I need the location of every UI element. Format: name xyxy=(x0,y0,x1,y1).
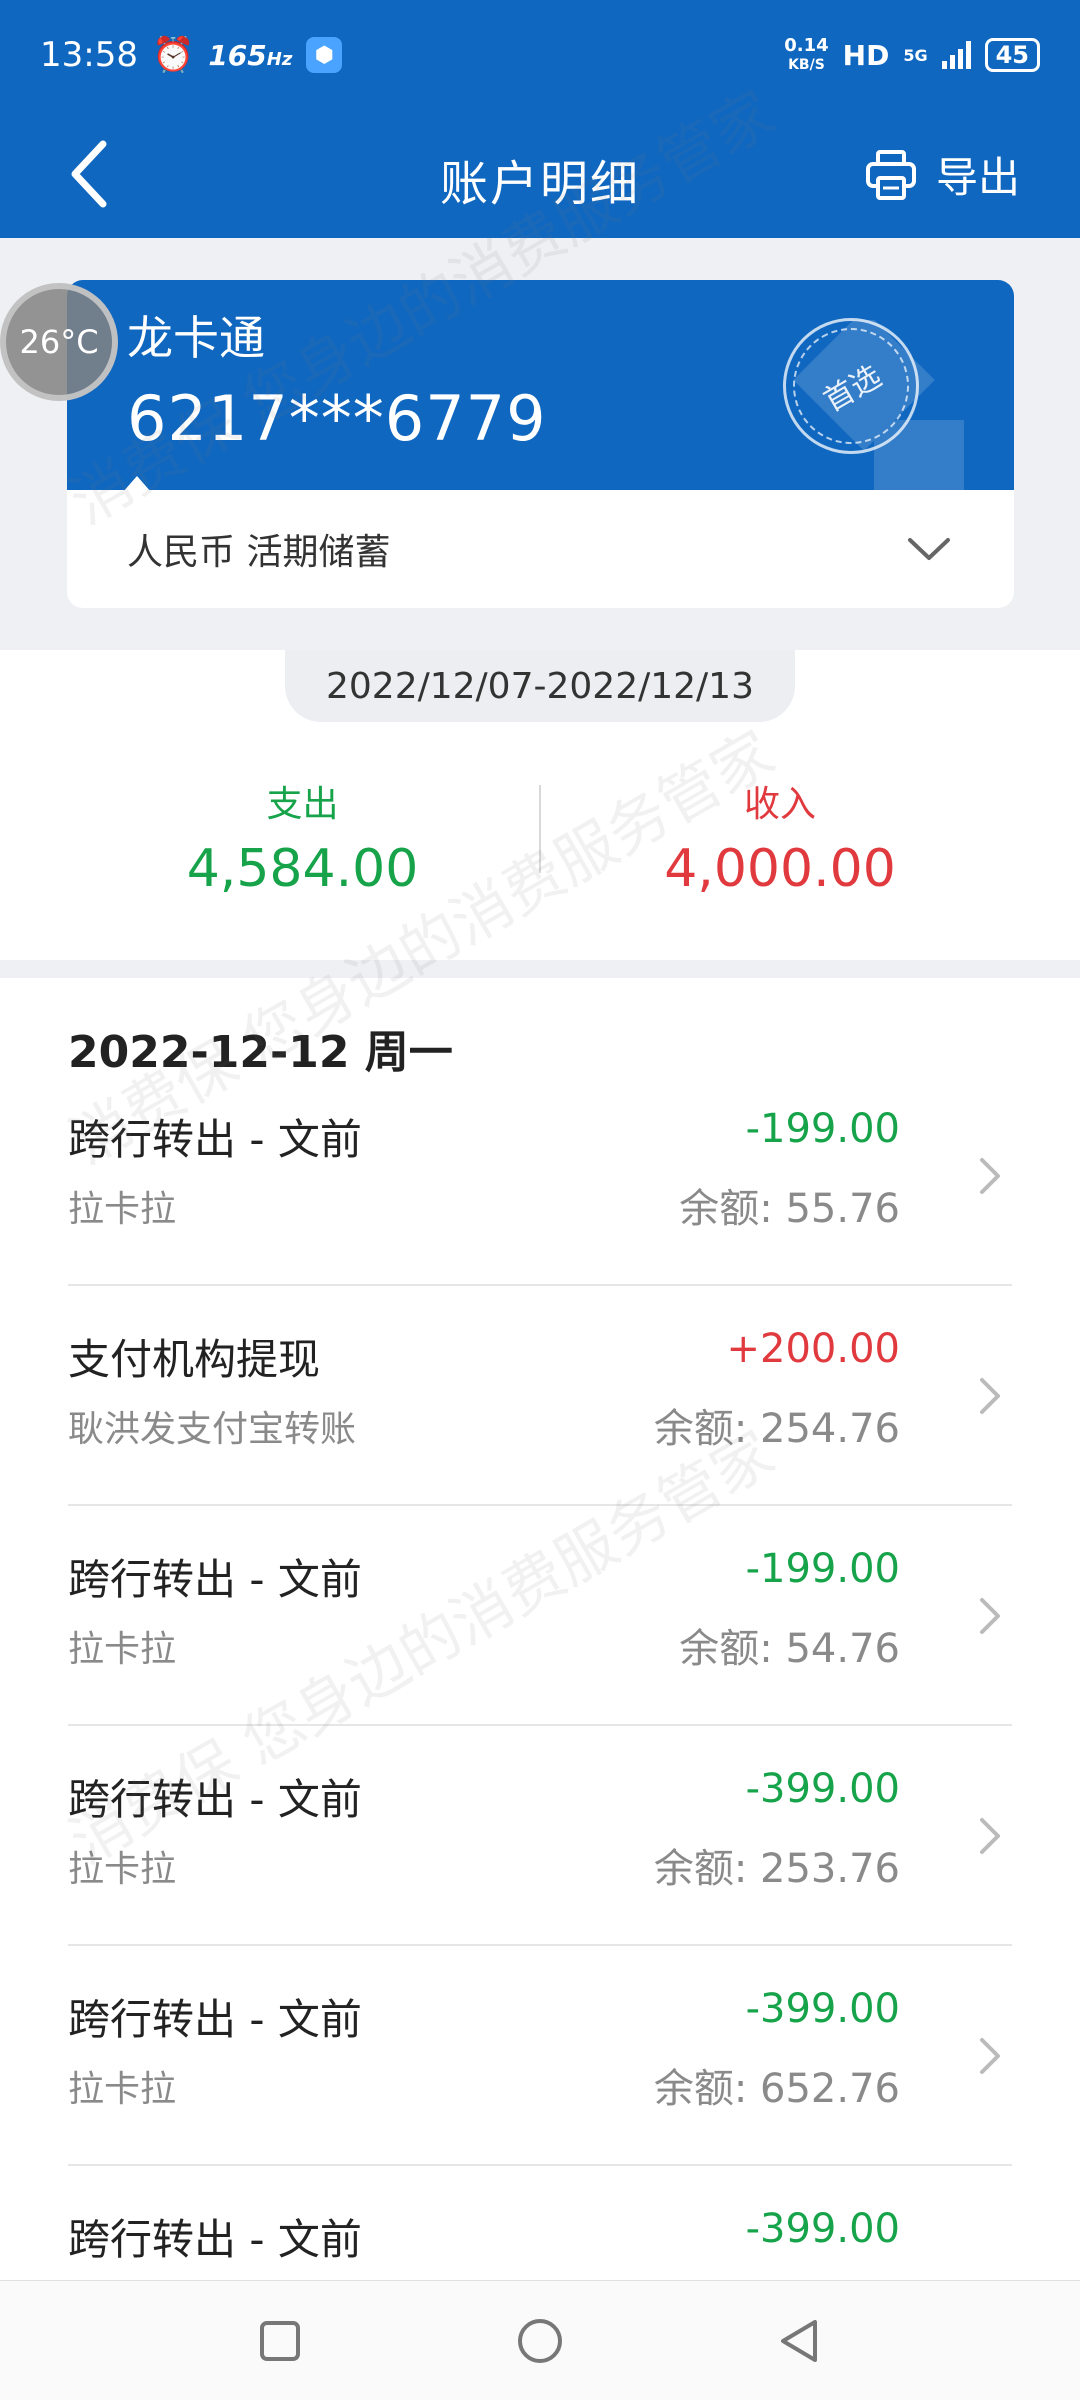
transaction-counterparty: 拉卡拉 xyxy=(68,1629,177,1670)
system-back-button[interactable] xyxy=(770,2311,830,2371)
network-type: 5G xyxy=(903,45,928,65)
transaction-counterparty: 拉卡拉 xyxy=(68,1849,177,1890)
status-bar: 13:58 ⏰ 165Hz ⬢ 0.14 KB/S HD 5G 45 xyxy=(0,0,1080,110)
printer-icon xyxy=(865,149,916,200)
transaction-amount: -399.00 xyxy=(745,2206,900,2252)
transaction-amount: -399.00 xyxy=(745,1766,900,1812)
card-number: 6217***6779 xyxy=(127,382,547,455)
app-header: 账户明细 导出 xyxy=(0,110,1080,238)
account-card[interactable]: 龙卡通 6217***6779 首选 人民币 活期储蓄 xyxy=(67,280,1014,608)
account-type-label: 人民币 活期储蓄 xyxy=(127,532,391,573)
shield-icon: ⬢ xyxy=(306,37,343,73)
signal-icon xyxy=(941,41,971,69)
transaction-amount: -199.00 xyxy=(745,1106,900,1152)
transaction-counterparty: 拉卡拉 xyxy=(68,1189,177,1230)
transaction-row[interactable]: 跨行转出 - 文前 拉卡拉 -399.00 余额: 253.76 xyxy=(68,1726,1012,1946)
transaction-title: 跨行转出 - 文前 xyxy=(68,1775,362,1824)
transaction-title: 支付机构提现 xyxy=(68,1335,321,1384)
card-header: 龙卡通 6217***6779 首选 xyxy=(67,280,1014,490)
transaction-row[interactable]: 跨行转出 - 文前 拉卡拉 -199.00 余额: 55.76 xyxy=(68,1066,1012,1286)
card-pointer xyxy=(123,476,151,490)
temperature-floating-widget[interactable]: 26°C xyxy=(0,283,118,401)
transaction-row[interactable]: 跨行转出 - 文前 拉卡拉 -199.00 余额: 54.76 xyxy=(68,1506,1012,1726)
transaction-balance: 余额: 54.76 xyxy=(679,1626,900,1672)
recents-button[interactable] xyxy=(250,2311,310,2371)
transaction-amount: -399.00 xyxy=(745,1986,900,2032)
expense-summary: 支出 4,584.00 xyxy=(30,775,575,899)
network-speed: 0.14 KB/S xyxy=(784,34,829,73)
alarm-icon: ⏰ xyxy=(151,35,195,75)
summary-section: 2022/12/07-2022/12/13 支出 4,584.00 收入 4,0… xyxy=(0,650,1080,960)
circle-icon xyxy=(518,2318,562,2363)
card-name: 龙卡通 xyxy=(127,311,265,365)
transaction-list: 2022-12-12 周一 跨行转出 - 文前 拉卡拉 -199.00 余额: … xyxy=(0,978,1080,2280)
transaction-balance: 余额: 253.76 xyxy=(653,1846,900,1892)
system-nav-bar xyxy=(0,2280,1080,2400)
transaction-balance: 余额: 254.76 xyxy=(653,1406,900,1452)
income-value: 4,000.00 xyxy=(664,839,896,899)
transaction-title: 跨行转出 - 文前 xyxy=(68,1115,362,1164)
transaction-row[interactable]: 跨行转出 - 文前 -399.00 xyxy=(68,2166,1012,2280)
preferred-stamp: 首选 xyxy=(771,306,931,466)
transaction-amount: -199.00 xyxy=(745,1546,900,1592)
income-label: 收入 xyxy=(743,784,816,825)
transaction-row[interactable]: 跨行转出 - 文前 拉卡拉 -399.00 余额: 652.76 xyxy=(68,1946,1012,2166)
transaction-balance: 余额: 652.76 xyxy=(653,2066,900,2112)
home-button[interactable] xyxy=(510,2311,570,2371)
chevron-right-icon xyxy=(980,1598,1000,1634)
transaction-title: 跨行转出 - 文前 xyxy=(68,1555,362,1604)
status-left: 13:58 ⏰ 165Hz ⬢ xyxy=(40,35,343,75)
expense-label: 支出 xyxy=(266,784,339,825)
hd-indicator: HD xyxy=(842,38,890,72)
triangle-back-icon xyxy=(781,2319,817,2362)
chevron-right-icon xyxy=(980,1378,1000,1414)
account-type-selector[interactable]: 人民币 活期储蓄 xyxy=(67,490,1014,608)
export-label: 导出 xyxy=(935,153,1020,202)
battery-icon: 45 xyxy=(984,38,1040,72)
transaction-row[interactable]: 支付机构提现 耿洪发支付宝转账 +200.00 余额: 254.76 xyxy=(68,1286,1012,1506)
transaction-title: 跨行转出 - 文前 xyxy=(68,2215,362,2264)
expense-value: 4,584.00 xyxy=(186,839,419,899)
chevron-right-icon xyxy=(980,1158,1000,1194)
transaction-counterparty: 拉卡拉 xyxy=(68,2069,177,2110)
chevron-right-icon xyxy=(980,1818,1000,1854)
chevron-right-icon xyxy=(980,2038,1000,2074)
transaction-counterparty: 耿洪发支付宝转账 xyxy=(68,1409,357,1450)
transaction-title: 跨行转出 - 文前 xyxy=(68,1995,362,2044)
chevron-down-icon xyxy=(908,538,950,560)
transaction-balance: 余额: 55.76 xyxy=(679,1186,900,1232)
export-button[interactable]: 导出 xyxy=(864,144,1020,205)
income-summary: 收入 4,000.00 xyxy=(510,775,1050,899)
status-right: 0.14 KB/S HD 5G 45 xyxy=(784,34,1040,74)
square-icon xyxy=(260,2320,300,2361)
refresh-rate: 165Hz xyxy=(208,38,293,72)
transaction-amount: +200.00 xyxy=(726,1326,900,1372)
date-range-selector[interactable]: 2022/12/07-2022/12/13 xyxy=(285,650,795,722)
status-time: 13:58 xyxy=(40,35,138,75)
